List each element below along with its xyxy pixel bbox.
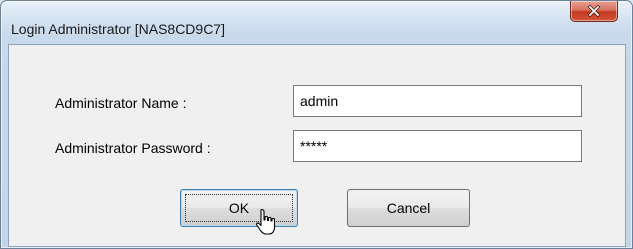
administrator-name-label: Administrator Name : [55,95,187,111]
ok-button[interactable]: OK [180,189,298,227]
administrator-name-input[interactable] [293,85,582,117]
login-dialog: Login Administrator [NAS8CD9C7] Administ… [0,0,633,249]
close-icon [587,5,601,17]
title-bar[interactable]: Login Administrator [NAS8CD9C7] [1,1,632,37]
administrator-password-label: Administrator Password : [55,140,211,156]
close-button[interactable] [570,1,618,22]
administrator-password-input[interactable] [293,130,582,162]
cancel-button[interactable]: Cancel [347,189,470,227]
window-title: Login Administrator [NAS8CD9C7] [11,21,225,37]
